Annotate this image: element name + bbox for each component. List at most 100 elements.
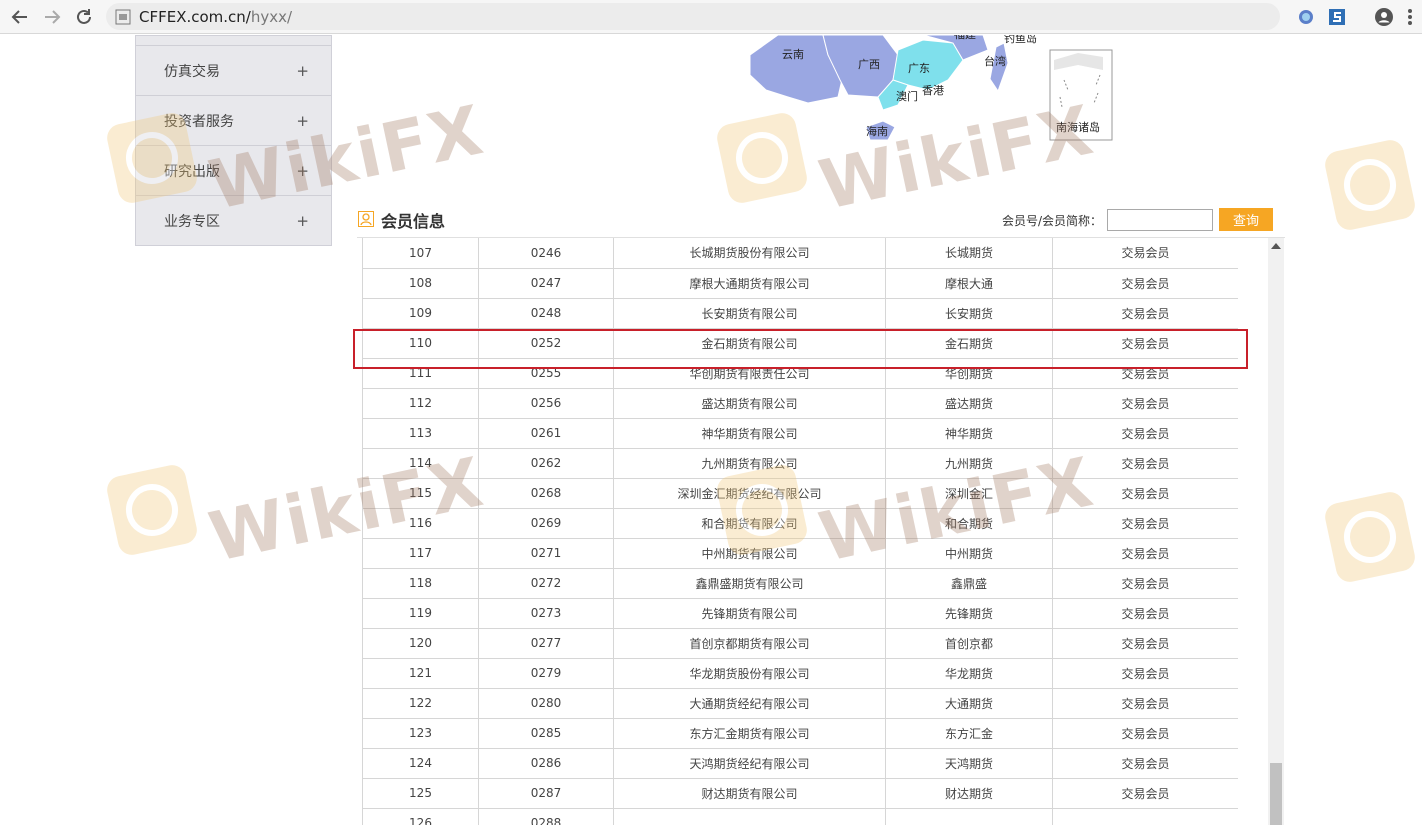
member-table-container[interactable]: 107 0246 长城期货股份有限公司 长城期货 交易会员 108 0247 摩根大通期货有限…: [362, 238, 1238, 825]
sidebar-item-research-publications[interactable]: 研究出版 +: [136, 145, 331, 195]
member-short-name-cell: 东方汇金: [885, 717, 1053, 749]
sidebar-item-label: 投资者服务: [164, 113, 234, 130]
member-code-cell: 0248: [478, 297, 614, 329]
member-code-cell: 0269: [478, 507, 614, 539]
menu-icon[interactable]: [1400, 7, 1420, 27]
member-type-cell: 交易会员: [1052, 327, 1238, 359]
member-short-name-cell: 中州期货: [885, 537, 1053, 569]
map-label-fujian: 福建: [954, 35, 976, 41]
table-row: 126 0288: [362, 807, 1238, 825]
address-bar[interactable]: CFFEX.com.cn/hyxx/: [106, 3, 1280, 30]
member-code-cell: 0287: [478, 777, 614, 809]
wikifx-logo-icon: [1322, 137, 1418, 233]
map-label-hong-kong: 香港: [922, 84, 944, 97]
back-button[interactable]: [8, 5, 32, 29]
member-short-name-cell: 盛达期货: [885, 387, 1053, 419]
member-index-cell: 126: [362, 807, 479, 825]
member-code-cell: 0280: [478, 687, 614, 719]
member-name-cell: 先锋期货有限公司: [613, 597, 886, 629]
member-code-cell: 0272: [478, 567, 614, 599]
sidebar-item-simulated-trading[interactable]: 仿真交易 +: [136, 45, 331, 95]
sidebar-item-investor-services[interactable]: 投资者服务 +: [136, 95, 331, 145]
expand-icon[interactable]: +: [296, 162, 309, 180]
member-short-name-cell: 华创期货: [885, 357, 1053, 389]
member-name-cell: 华创期货有限责任公司: [613, 357, 886, 389]
member-name-cell: 深圳金汇期货经纪有限公司: [613, 477, 886, 509]
account-icon[interactable]: [1374, 7, 1394, 27]
member-name-cell: 摩根大通期货有限公司: [613, 267, 886, 299]
member-code-cell: 0246: [478, 238, 614, 269]
member-info-header: 会员信息 会员号/会员简称： 查询: [357, 205, 1285, 238]
s-extension-icon[interactable]: [1327, 7, 1347, 27]
member-name-cell: 金石期货有限公司: [613, 327, 886, 359]
map-label-yunnan: 云南: [782, 48, 804, 61]
browser-toolbar: CFFEX.com.cn/hyxx/: [0, 0, 1422, 34]
map-label-macau: 澳门: [896, 89, 918, 103]
watermark: [1322, 489, 1418, 585]
expand-icon[interactable]: +: [296, 212, 309, 230]
member-name-cell: 长安期货有限公司: [613, 297, 886, 329]
map-label-guangdong: 广东: [908, 62, 930, 75]
member-index-cell: 118: [362, 567, 479, 599]
member-type-cell: [1052, 807, 1238, 825]
member-short-name-cell: 天鸿期货: [885, 747, 1053, 779]
member-short-name-cell: 九州期货: [885, 447, 1053, 479]
wikifx-logo-icon: [104, 462, 200, 558]
member-code-cell: 0255: [478, 357, 614, 389]
member-name-cell: 神华期货有限公司: [613, 417, 886, 449]
member-name-cell: 华龙期货股份有限公司: [613, 657, 886, 689]
scroll-thumb[interactable]: [1270, 763, 1282, 825]
globe-extension-icon[interactable]: [1296, 7, 1316, 27]
member-index-cell: 113: [362, 417, 479, 449]
member-search-input[interactable]: [1107, 209, 1213, 231]
sidebar-item-label: 仿真交易: [164, 63, 220, 80]
member-code-cell: 0288: [478, 807, 614, 825]
expand-icon[interactable]: +: [296, 112, 309, 130]
member-type-cell: 交易会员: [1052, 657, 1238, 689]
expand-icon[interactable]: +: [296, 62, 309, 80]
member-table: 107 0246 长城期货股份有限公司 长城期货 交易会员 108 0247 摩根大通期货有限…: [362, 238, 1238, 825]
member-short-name-cell: 和合期货: [885, 507, 1053, 539]
member-name-cell: 九州期货有限公司: [613, 447, 886, 479]
member-name-cell: 和合期货有限公司: [613, 507, 886, 539]
member-short-name-cell: 华龙期货: [885, 657, 1053, 689]
member-index-cell: 110: [362, 327, 479, 359]
table-scrollbar[interactable]: [1268, 238, 1284, 825]
member-short-name-cell: 长安期货: [885, 297, 1053, 329]
member-short-name-cell: 长城期货: [885, 238, 1053, 269]
search-label: 会员号/会员简称：: [1002, 214, 1103, 228]
member-type-cell: 交易会员: [1052, 387, 1238, 419]
forward-button[interactable]: [40, 5, 64, 29]
member-icon: [358, 211, 374, 227]
member-code-cell: 0271: [478, 537, 614, 569]
member-index-cell: 123: [362, 717, 479, 749]
member-type-cell: 交易会员: [1052, 687, 1238, 719]
arrow-left-icon: [11, 10, 27, 24]
search-button[interactable]: 查询: [1219, 208, 1273, 231]
reload-button[interactable]: [72, 5, 96, 29]
table-row: 117 0271 中州期货有限公司 中州期货 交易会员: [362, 537, 1238, 569]
china-map[interactable]: 云南 广西 广东 澳门 香港 台湾 海南 南海诸岛 福建 钓鱼岛: [748, 35, 1118, 145]
member-type-cell: 交易会员: [1052, 447, 1238, 479]
reload-icon: [77, 9, 91, 24]
member-short-name-cell: 大通期货: [885, 687, 1053, 719]
url-text: CFFEX.com.cn/hyxx/: [139, 7, 293, 26]
member-info-title: 会员信息: [381, 212, 446, 231]
member-name-cell: 东方汇金期货有限公司: [613, 717, 886, 749]
member-type-cell: 交易会员: [1052, 537, 1238, 569]
table-row: 118 0272 鑫鼎盛期货有限公司 鑫鼎盛 交易会员: [362, 567, 1238, 599]
sidebar-item-label: 业务专区: [164, 213, 220, 230]
member-code-cell: 0285: [478, 717, 614, 749]
member-index-cell: 112: [362, 387, 479, 419]
member-short-name-cell: 财达期货: [885, 777, 1053, 809]
member-type-cell: 交易会员: [1052, 477, 1238, 509]
scroll-up-arrow-icon[interactable]: [1271, 243, 1281, 249]
member-name-cell: 鑫鼎盛期货有限公司: [613, 567, 886, 599]
member-short-name-cell: [885, 807, 1053, 825]
member-index-cell: 119: [362, 597, 479, 629]
sidebar-item-business-zone[interactable]: 业务专区 +: [136, 195, 331, 245]
member-short-name-cell: 深圳金汇: [885, 477, 1053, 509]
table-row: 119 0273 先锋期货有限公司 先锋期货 交易会员: [362, 597, 1238, 629]
map-label-guangxi: 广西: [858, 58, 880, 71]
member-index-cell: 111: [362, 357, 479, 389]
